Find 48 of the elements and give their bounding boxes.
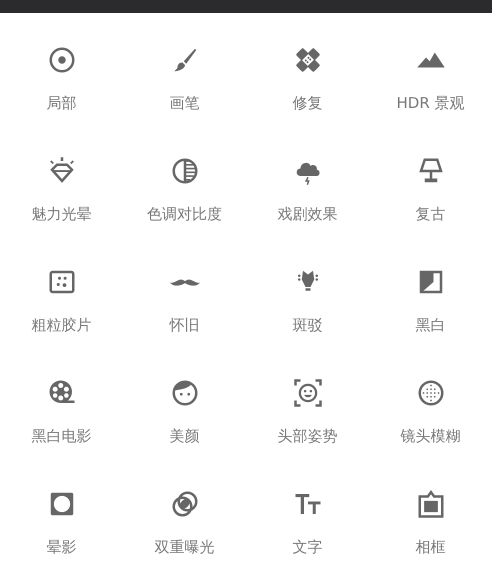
frame-icon [416, 489, 446, 519]
lens-blur-icon [416, 378, 446, 408]
tool-item[interactable]: 戏剧效果 [246, 156, 369, 223]
tool-label: 相框 [416, 538, 446, 556]
mustache-icon [170, 278, 200, 286]
tool-label: 戏剧效果 [278, 205, 338, 223]
tool-label: 画笔 [170, 94, 200, 112]
tool-label: 头部姿势 [278, 427, 338, 445]
tool-item[interactable]: 镜头模糊 [369, 378, 492, 445]
tool-label: 色调对比度 [147, 205, 222, 223]
tool-item[interactable]: 修复 [246, 45, 369, 112]
tool-item[interactable]: 怀旧 [123, 267, 246, 334]
tool-item[interactable]: 黑白 [369, 267, 492, 334]
tool-label: 局部 [46, 94, 76, 112]
tool-item[interactable]: 局部 [0, 45, 123, 112]
tool-label: 粗粒胶片 [32, 316, 92, 334]
tool-item[interactable]: HDR 景观 [369, 45, 492, 112]
tool-label: 修复 [292, 94, 322, 112]
tool-item[interactable]: 文字 [246, 489, 369, 556]
tool-label: 斑驳 [292, 316, 322, 334]
tool-label: 晕影 [46, 538, 76, 556]
tool-item[interactable]: 头部姿势 [246, 378, 369, 445]
tool-item[interactable]: 粗粒胶片 [0, 267, 123, 334]
tool-item[interactable]: 斑驳 [246, 267, 369, 334]
face-icon [170, 378, 200, 408]
tool-label: 镜头模糊 [400, 427, 460, 445]
target-icon [46, 45, 76, 75]
tool-label: 双重曝光 [154, 538, 214, 556]
tool-label: 文字 [292, 538, 322, 556]
tool-item[interactable]: 晕影 [0, 489, 123, 556]
tool-item[interactable]: 复古 [369, 156, 492, 223]
contrast-icon [170, 156, 200, 186]
face-frame-icon [292, 378, 322, 408]
tool-item[interactable]: 魅力光晕 [0, 156, 123, 223]
tool-label: 黑白电影 [32, 427, 92, 445]
tool-item[interactable]: 美颜 [123, 378, 246, 445]
tool-item[interactable]: 双重曝光 [123, 489, 246, 556]
tool-label: HDR 景观 [396, 94, 465, 112]
tool-item[interactable]: 画笔 [123, 45, 246, 112]
tool-item[interactable]: 相框 [369, 489, 492, 556]
tool-item[interactable]: 黑白电影 [0, 378, 123, 445]
tool-label: 复古 [416, 205, 446, 223]
tool-label: 魅力光晕 [32, 205, 92, 223]
tool-label: 黑白 [416, 316, 446, 334]
tool-label: 美颜 [170, 427, 200, 445]
tool-item[interactable]: 色调对比度 [123, 156, 246, 223]
overlapping-circles-icon [170, 489, 200, 519]
tool-label: 怀旧 [170, 316, 200, 334]
